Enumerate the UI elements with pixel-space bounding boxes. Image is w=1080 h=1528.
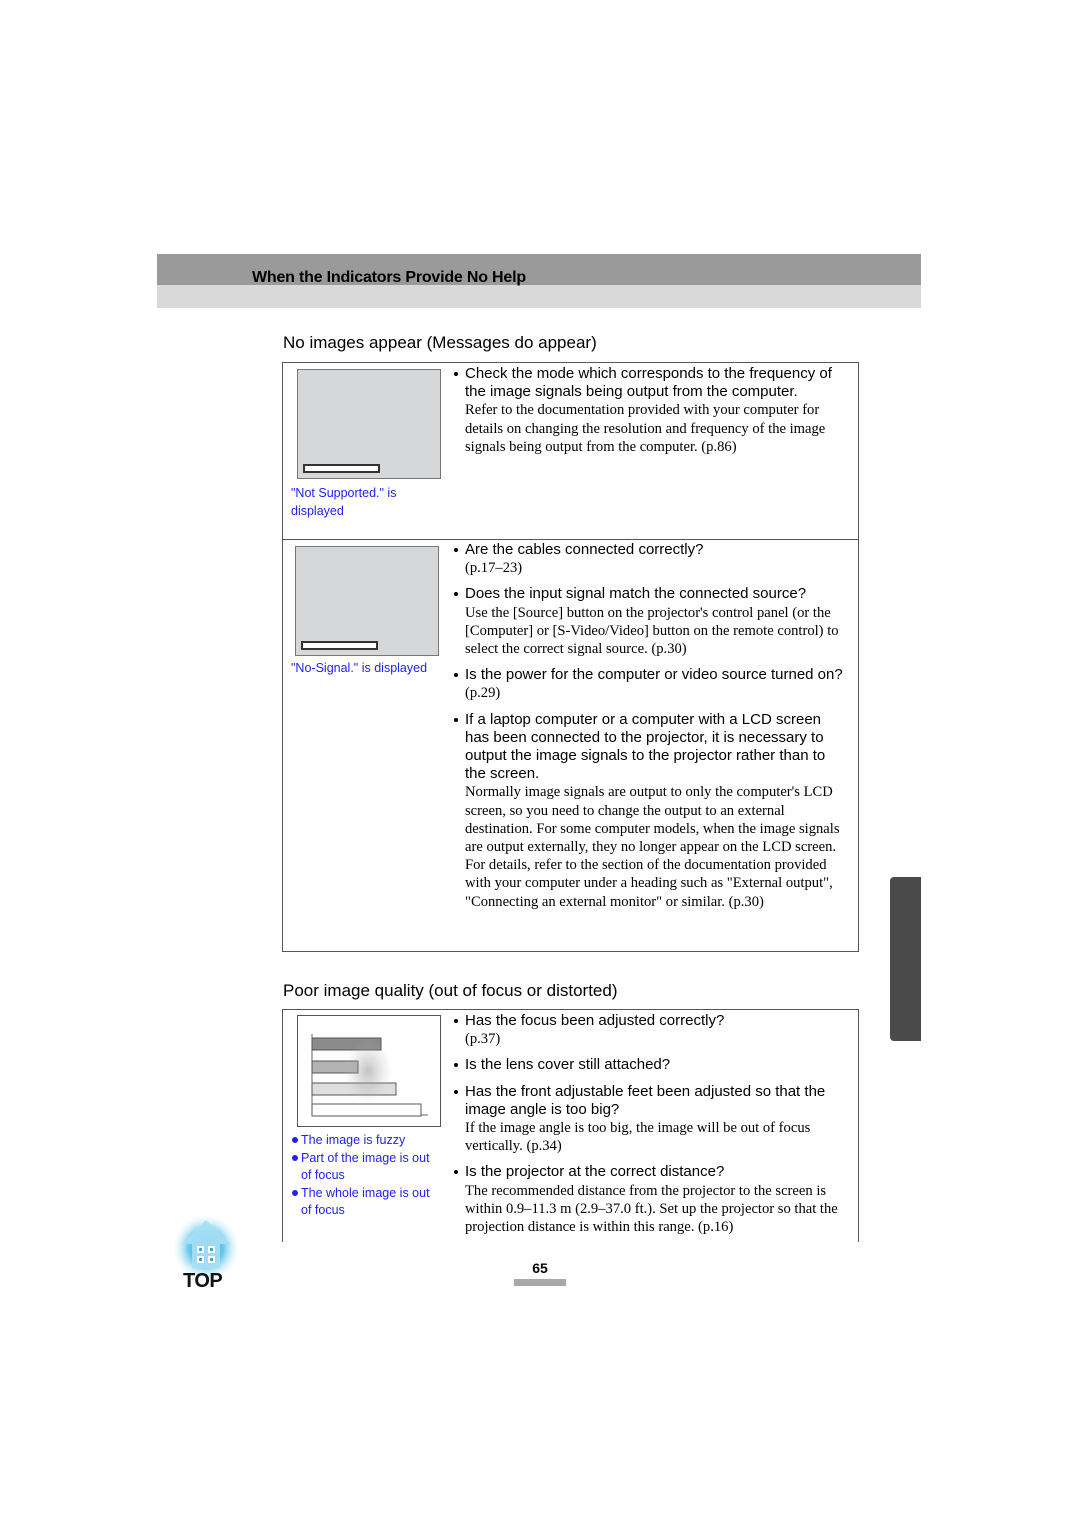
item-detail: Refer to the documentation provided with… bbox=[465, 402, 826, 455]
checklist-item: Has the front adjustable feet been adjus… bbox=[453, 1083, 848, 1156]
caption-not-supported: "Not Supported." is displayed bbox=[291, 486, 397, 518]
chapter-side-tab[interactable] bbox=[890, 877, 921, 1041]
symptom-whole-out-of-focus: The whole image is out of focus bbox=[291, 1185, 441, 1220]
item-detail: Use the [Source] button on the projector… bbox=[465, 604, 839, 658]
page-number-bar bbox=[514, 1279, 566, 1286]
item-question: Has the front adjustable feet been adjus… bbox=[465, 1082, 826, 1118]
table-row: "No-Signal." is displayed Are the cables… bbox=[283, 539, 858, 951]
message-bar bbox=[303, 464, 380, 473]
header-band-light bbox=[157, 285, 921, 308]
top-label[interactable]: TOP bbox=[183, 1270, 223, 1293]
illustration-cell: The image is fuzzy Part of the image is … bbox=[291, 1015, 441, 1220]
item-question: Is the lens cover still attached? bbox=[465, 1056, 671, 1074]
symptom-list: The image is fuzzy Part of the image is … bbox=[291, 1132, 441, 1220]
home-house-icon bbox=[174, 1216, 238, 1280]
checklist-cell: Has the focus been adjusted correctly? (… bbox=[453, 1010, 858, 1242]
item-question: Is the projector at the correct distance… bbox=[465, 1163, 725, 1181]
item-question: Does the input signal match the connecte… bbox=[465, 585, 807, 603]
troubleshoot-table-poor-quality: The image is fuzzy Part of the image is … bbox=[282, 1009, 859, 1242]
item-question: Has the focus been adjusted correctly? bbox=[465, 1012, 725, 1029]
screen-illustration-no-signal bbox=[295, 546, 439, 656]
item-detail: (p.17–23) bbox=[465, 560, 523, 577]
item-question: Check the mode which corresponds to the … bbox=[465, 365, 832, 401]
page-number: 65 bbox=[532, 1260, 548, 1276]
chapter-heading: When the Indicators Provide No Help bbox=[252, 269, 526, 286]
item-detail: Normally image signals are output to onl… bbox=[465, 784, 840, 910]
item-question: If a laptop computer or a computer with … bbox=[465, 710, 826, 783]
illustration-cell: "No-Signal." is displayed bbox=[291, 546, 441, 678]
checklist-item: If a laptop computer or a computer with … bbox=[453, 711, 848, 911]
illustration-cell: "Not Supported." is displayed bbox=[291, 369, 441, 520]
symptom-fuzzy: The image is fuzzy bbox=[291, 1132, 441, 1150]
checklist-item: Is the lens cover still attached? bbox=[453, 1056, 848, 1074]
troubleshoot-table-no-images: "Not Supported." is displayed Check the … bbox=[282, 362, 859, 952]
item-detail: (p.29) bbox=[465, 685, 501, 702]
section-header-band: When the Indicators Provide No Help bbox=[157, 254, 921, 308]
item-question: Are the cables connected correctly? bbox=[465, 541, 704, 558]
item-detail: If the image angle is too big, the image… bbox=[465, 1120, 811, 1155]
checklist-item: Is the projector at the correct distance… bbox=[453, 1163, 848, 1236]
table-row: "Not Supported." is displayed Check the … bbox=[283, 363, 858, 539]
checklist-cell: Are the cables connected correctly? (p.1… bbox=[453, 540, 858, 917]
table-row: The image is fuzzy Part of the image is … bbox=[283, 1010, 858, 1242]
item-detail: The recommended distance from the projec… bbox=[465, 1182, 838, 1236]
symptom-partial-out-of-focus: Part of the image is out of focus bbox=[291, 1150, 441, 1185]
header-band-dark: When the Indicators Provide No Help bbox=[157, 254, 921, 286]
blurred-bar-chart-icon bbox=[311, 1034, 428, 1117]
section-title-no-images: No images appear (Messages do appear) bbox=[283, 333, 597, 352]
checklist-item: Has the focus been adjusted correctly? (… bbox=[453, 1012, 848, 1048]
section-title-poor-quality: Poor image quality (out of focus or dist… bbox=[283, 981, 618, 1000]
checklist-item: Check the mode which corresponds to the … bbox=[453, 365, 848, 456]
message-bar bbox=[301, 641, 378, 650]
checklist-cell: Check the mode which corresponds to the … bbox=[453, 363, 858, 462]
checklist-item: Are the cables connected correctly? (p.1… bbox=[453, 541, 848, 577]
checklist-item: Is the power for the computer or video s… bbox=[453, 666, 848, 702]
checklist-item: Does the input signal match the connecte… bbox=[453, 585, 848, 658]
item-detail: (p.37) bbox=[465, 1031, 501, 1048]
screen-illustration-not-supported bbox=[297, 369, 441, 479]
item-question: Is the power for the computer or video s… bbox=[465, 666, 843, 684]
caption-no-signal: "No-Signal." is displayed bbox=[291, 661, 428, 675]
blurred-chart-illustration bbox=[297, 1015, 441, 1127]
